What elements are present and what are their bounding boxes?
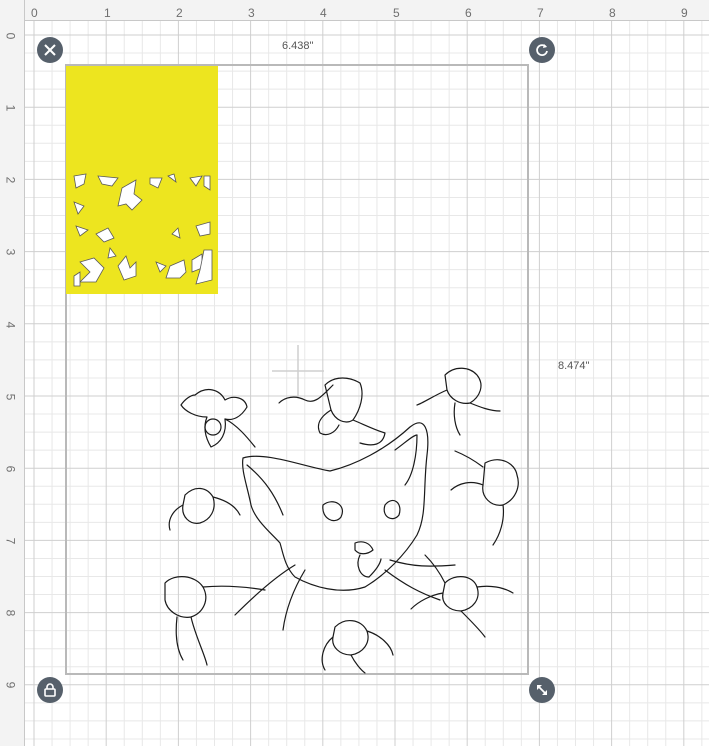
ruler-left-label: 7 bbox=[3, 537, 18, 545]
ruler-top-label: 8 bbox=[609, 6, 616, 20]
close-icon bbox=[44, 44, 56, 56]
ruler-left-label: 0 bbox=[3, 32, 18, 40]
rotate-icon bbox=[536, 44, 548, 56]
ruler-top-label: 5 bbox=[393, 6, 400, 20]
yellow-cut-shape[interactable] bbox=[66, 66, 218, 294]
ruler-left-label: 9 bbox=[3, 681, 18, 689]
rotate-handle[interactable] bbox=[529, 37, 555, 63]
ruler-top-label: 2 bbox=[176, 6, 183, 20]
ruler-top-label: 9 bbox=[681, 6, 688, 20]
resize-icon bbox=[537, 685, 547, 695]
ruler-left-label: 8 bbox=[3, 609, 18, 617]
ruler-left-label: 2 bbox=[3, 176, 18, 184]
ruler-top-label: 1 bbox=[104, 6, 111, 20]
delete-handle[interactable] bbox=[37, 37, 63, 63]
ruler-left bbox=[0, 0, 25, 746]
ruler-top-label: 0 bbox=[31, 6, 38, 20]
ruler-top-label: 6 bbox=[465, 6, 472, 20]
ruler-left-label: 4 bbox=[3, 321, 18, 329]
ruler-left-label: 6 bbox=[3, 465, 18, 473]
ruler-left-label: 3 bbox=[3, 248, 18, 256]
ruler-top-label: 7 bbox=[537, 6, 544, 20]
ruler-top-label: 4 bbox=[320, 6, 327, 20]
ruler-left-label: 1 bbox=[3, 104, 18, 112]
ruler-left-label: 5 bbox=[3, 393, 18, 401]
ruler-top-label: 3 bbox=[248, 6, 255, 20]
ruler-corner bbox=[0, 0, 24, 20]
cat-daffodil-line-art[interactable] bbox=[155, 355, 535, 675]
selection-height-label: 8.474" bbox=[558, 360, 590, 372]
lock-handle[interactable] bbox=[37, 677, 63, 703]
selection-width-label: 6.438" bbox=[282, 40, 314, 52]
resize-handle[interactable] bbox=[529, 677, 555, 703]
lock-icon bbox=[44, 683, 56, 697]
